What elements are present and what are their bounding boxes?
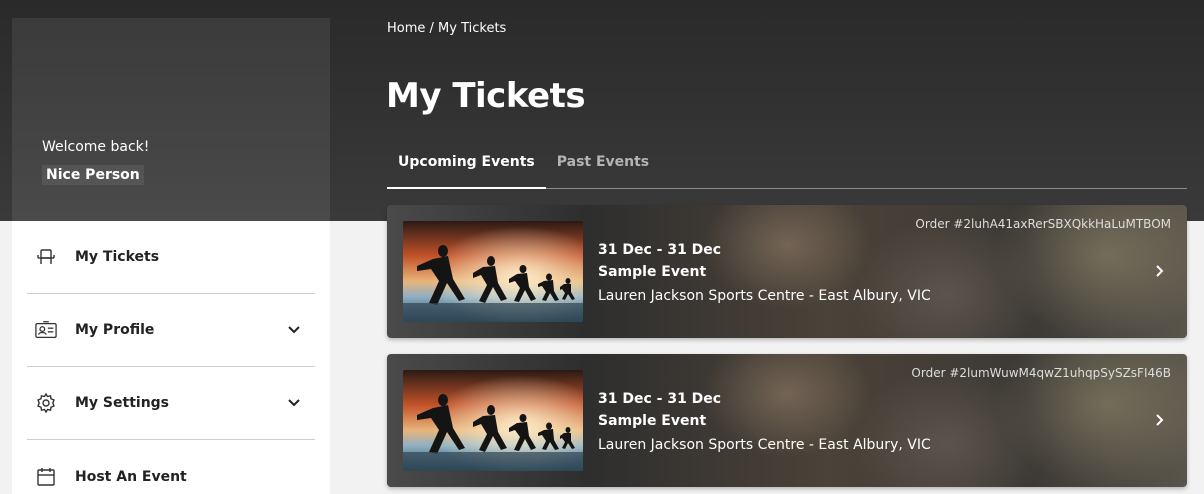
tab-upcoming-events[interactable]: Upcoming Events bbox=[387, 145, 546, 189]
chevron-right-icon[interactable] bbox=[1151, 412, 1167, 428]
ticket-card[interactable]: Order #2lumWuwM4qwZ1uhqpSySZsFI46B 31 De… bbox=[387, 354, 1187, 487]
sidebar-item-label: My Tickets bbox=[75, 249, 160, 265]
ticket-card[interactable]: Order #2luhA41axRerSBXQkkHaLuMTBOM 31 De… bbox=[387, 205, 1187, 338]
id-card-icon bbox=[35, 319, 57, 341]
breadcrumb-home-link[interactable]: Home bbox=[387, 21, 425, 36]
tab-past-events[interactable]: Past Events bbox=[546, 145, 660, 189]
chevron-right-icon[interactable] bbox=[1151, 263, 1167, 279]
gear-icon bbox=[35, 392, 57, 414]
sidebar-item-my-tickets[interactable]: My Tickets bbox=[27, 221, 315, 294]
tab-bar: Upcoming Events Past Events bbox=[387, 145, 1187, 189]
breadcrumb-current: My Tickets bbox=[438, 21, 507, 36]
user-name: Nice Person bbox=[42, 165, 144, 185]
welcome-text: Welcome back! bbox=[42, 139, 150, 155]
sidebar-item-my-settings[interactable]: My Settings bbox=[27, 367, 315, 440]
sidebar-item-label: Host An Event bbox=[75, 468, 187, 485]
sidebar-header: Welcome back! Nice Person bbox=[12, 18, 330, 221]
sidebar-menu: My Tickets My Profile My Settings Host A… bbox=[12, 221, 330, 494]
sidebar: Welcome back! Nice Person My Tickets My … bbox=[12, 18, 330, 494]
chevron-down-icon[interactable] bbox=[285, 321, 303, 339]
sidebar-item-host-an-event[interactable]: Host An Event bbox=[27, 440, 315, 494]
event-date: 31 Dec - 31 Dec bbox=[598, 391, 722, 407]
breadcrumb-separator: / bbox=[425, 21, 439, 36]
event-venue: Lauren Jackson Sports Centre - East Albu… bbox=[598, 288, 931, 304]
order-number: Order #2luhA41axRerSBXQkkHaLuMTBOM bbox=[915, 217, 1171, 231]
breadcrumb: Home / My Tickets bbox=[387, 21, 506, 36]
order-number: Order #2lumWuwM4qwZ1uhqpSySZsFI46B bbox=[911, 366, 1171, 380]
chevron-down-icon[interactable] bbox=[285, 394, 303, 412]
page-title: My Tickets bbox=[386, 76, 586, 116]
event-date: 31 Dec - 31 Dec bbox=[598, 242, 722, 258]
sidebar-item-my-profile[interactable]: My Profile bbox=[27, 294, 315, 367]
event-name: Sample Event bbox=[598, 413, 707, 429]
seat-icon bbox=[35, 246, 57, 268]
event-name: Sample Event bbox=[598, 264, 707, 280]
event-thumbnail bbox=[403, 370, 583, 471]
page: Welcome back! Nice Person My Tickets My … bbox=[0, 0, 1204, 494]
calendar-icon bbox=[35, 466, 57, 488]
event-venue: Lauren Jackson Sports Centre - East Albu… bbox=[598, 437, 931, 453]
event-thumbnail bbox=[403, 221, 583, 322]
sidebar-item-label: My Settings bbox=[75, 395, 170, 411]
sidebar-item-label: My Profile bbox=[75, 322, 155, 338]
